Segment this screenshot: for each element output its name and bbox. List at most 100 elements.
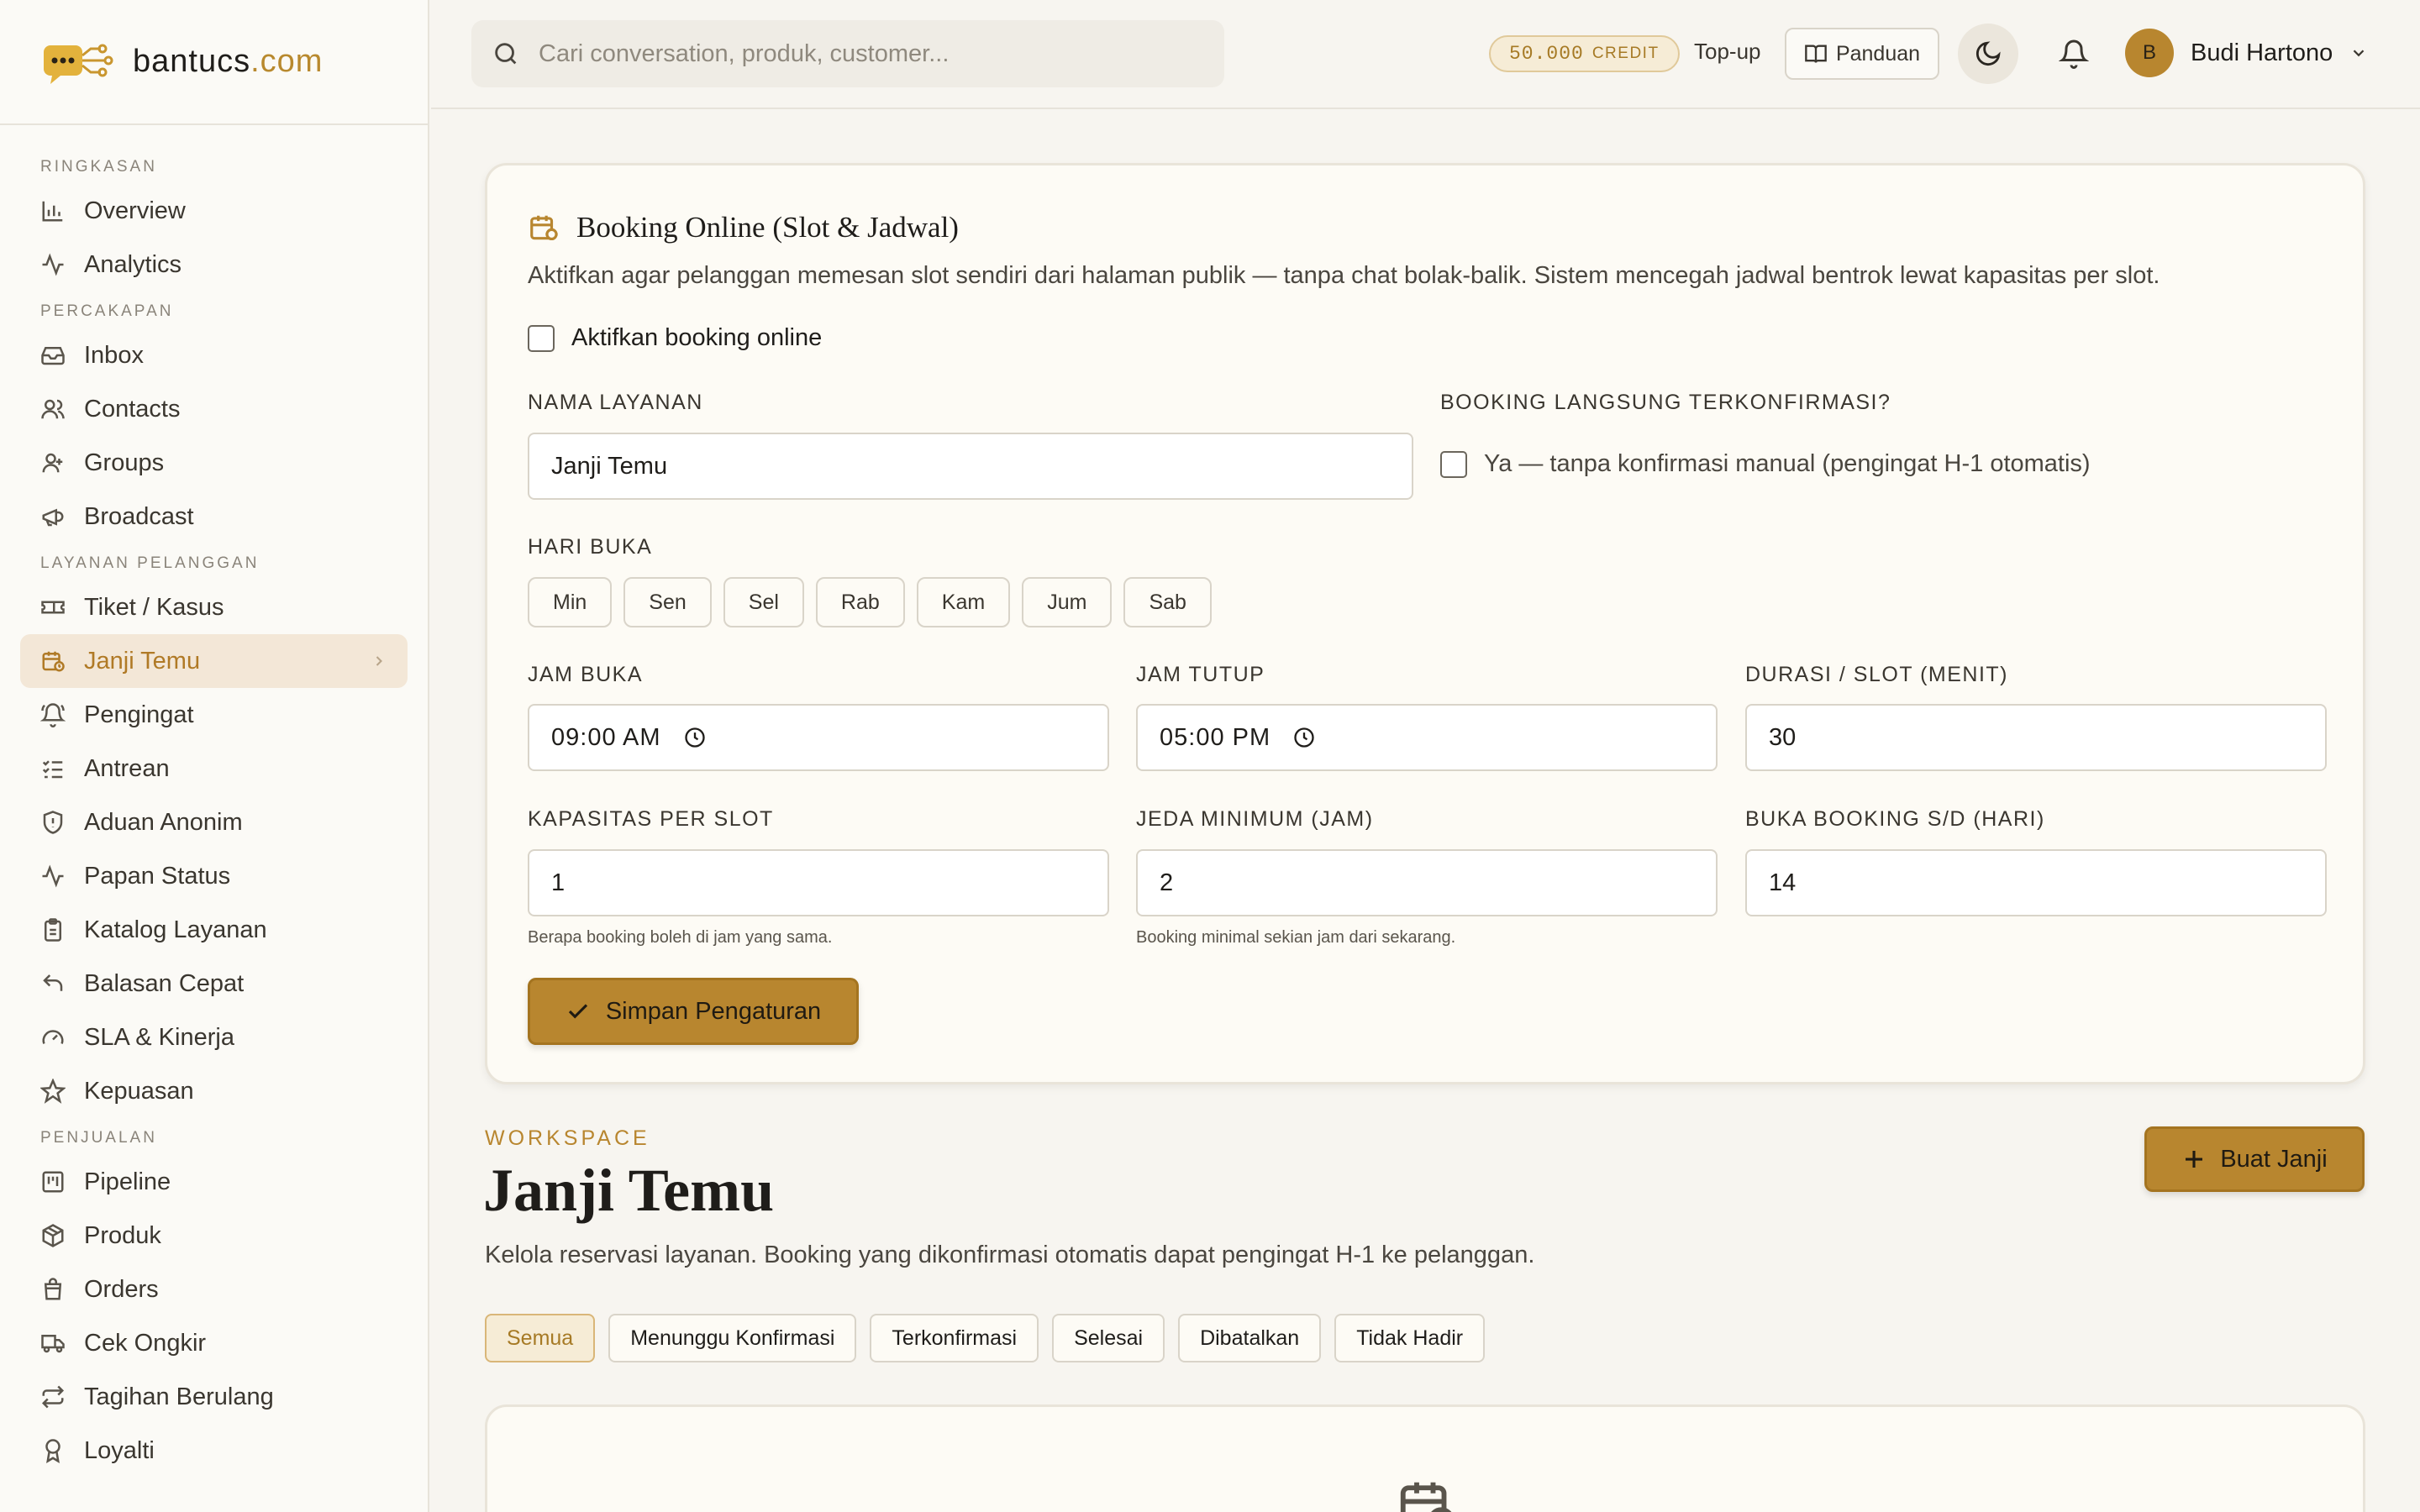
ticket-icon [41,601,65,614]
sidebar-item-label: Antrean [84,754,170,782]
close-time-field[interactable]: 05:00 PM [1136,704,1718,771]
open-until-value: 14 [1769,869,1797,896]
day-toggle-sab[interactable]: Sab [1123,577,1212,627]
day-toggle-kam[interactable]: Kam [916,577,1011,627]
tab-terkonfirmasi[interactable]: Terkonfirmasi [870,1314,1039,1362]
nav-group-label: PENJUALAN [40,1129,157,1147]
min-gap-field[interactable]: 2 [1136,849,1718,916]
sidebar-item-label: Pengingat [84,701,194,728]
sidebar-item-label: Loyalti [84,1436,155,1464]
auto-confirm-checkbox[interactable]: Ya — tanpa konfirmasi manual (pengingat … [1440,450,2091,478]
sidebar-item-contacts[interactable]: Contacts [0,382,428,436]
sidebar-item-label: Aduan Anonim [84,808,243,836]
book-open-icon [1805,45,1827,63]
open-until-field[interactable]: 14 [1745,849,2327,916]
sidebar-item-tagihan-berulang[interactable]: Tagihan Berulang [0,1370,428,1424]
list-checks-icon [42,760,63,779]
page-title: Janji Temu [483,1157,775,1224]
duration-field[interactable]: 30 [1745,704,2327,771]
open-time-field[interactable]: 09:00 AM [528,704,1109,771]
users-icon [41,399,65,419]
search-input[interactable] [539,39,1211,68]
bar-chart-icon [42,201,63,222]
check-icon [568,1004,587,1019]
day-toggle-sen[interactable]: Sen [623,577,712,627]
sidebar-item-label: Balasan Cepat [84,969,245,997]
sidebar-item-katalog-layanan[interactable]: Katalog Layanan [0,903,428,957]
gauge-icon [42,1030,64,1044]
clock-icon [684,727,705,748]
min-gap-label: JEDA MINIMUM (JAM) [1136,807,1374,831]
sidebar-item-janji-temu[interactable]: Janji Temu [20,634,408,688]
tab-selesai[interactable]: Selesai [1052,1314,1165,1362]
create-appointment-button[interactable]: Buat Janji [2144,1126,2365,1192]
bell-ring-icon [40,703,66,727]
day-toggle-rab[interactable]: Rab [815,577,905,627]
tab-tidak-hadir[interactable]: Tidak Hadir [1334,1314,1486,1362]
day-toggle-jum[interactable]: Jum [1022,577,1113,627]
open-days-label: HARI BUKA [528,535,653,559]
open-time-value: 09:00 AM [551,723,661,751]
capacity-field[interactable]: 1 [528,849,1109,916]
pulse-icon [42,864,64,888]
search-bar[interactable] [471,20,1224,87]
truck-icon [41,1335,65,1353]
day-toggle-min[interactable]: Min [528,577,613,627]
auto-confirm-label: BOOKING LANGSUNG TERKONFIRMASI? [1440,391,1891,414]
clipboard-icon [45,918,61,942]
brand-name: bantucs.com [133,44,324,79]
theme-toggle-button[interactable] [1958,24,2018,84]
activity-icon [42,253,64,276]
sidebar-item-tiket[interactable]: Tiket / Kasus [0,580,428,634]
sidebar-item-kepuasan[interactable]: Kepuasan [0,1064,428,1118]
sidebar-item-cek-ongkir[interactable]: Cek Ongkir [0,1316,428,1370]
notification-bell-icon[interactable] [2059,39,2089,69]
chevron-right-icon [376,656,382,666]
save-settings-label: Simpan Pengaturan [605,997,822,1025]
sidebar-item-sla-kinerja[interactable]: SLA & Kinerja [0,1011,428,1064]
sidebar-item-label: Produk [84,1221,161,1249]
checkbox[interactable] [1440,450,1467,478]
open-time-label: JAM BUKA [528,663,644,686]
tab-menunggu-konfirmasi[interactable]: Menunggu Konfirmasi [608,1314,857,1362]
sidebar-item-antrean[interactable]: Antrean [0,742,428,795]
save-settings-button[interactable]: Simpan Pengaturan [528,978,859,1045]
sidebar-item-label: Analytics [84,250,182,278]
sidebar-item-inbox[interactable]: Inbox [0,328,428,382]
tab-dibatalkan[interactable]: Dibatalkan [1178,1314,1322,1362]
appointments-list-card [485,1404,2365,1512]
sidebar-item-aduan-anonim[interactable]: Aduan Anonim [0,795,428,849]
enable-booking-label: Aktifkan booking online [571,324,823,351]
tab-semua[interactable]: Semua [485,1314,596,1362]
plus-icon [2186,1151,2203,1168]
credit-badge: 50.000 CREDIT [1489,35,1680,72]
group-icon [42,453,63,473]
sidebar-item-analytics[interactable]: Analytics [0,238,428,291]
sidebar-item-pipeline[interactable]: Pipeline [0,1155,428,1209]
sidebar-item-overview[interactable]: Overview [0,184,428,238]
sidebar-item-loyalti[interactable]: Loyalti [0,1424,428,1478]
sidebar-item-label: Overview [84,197,186,224]
sidebar-item-groups[interactable]: Groups [0,436,428,490]
nav-group-label: PERCAKAPAN [40,302,174,320]
service-name-field[interactable]: Janji Temu [528,433,1413,500]
user-menu[interactable]: B Budi Hartono [2125,29,2368,77]
sidebar-item-orders[interactable]: Orders [0,1263,428,1316]
sidebar-item-balasan-cepat[interactable]: Balasan Cepat [0,957,428,1011]
sidebar-item-label: Inbox [84,341,144,369]
guide-button[interactable]: Panduan [1785,28,1939,80]
min-gap-hint: Booking minimal sekian jam dari sekarang… [1136,928,1456,947]
checkbox[interactable] [528,324,555,352]
sidebar-item-pengingat[interactable]: Pengingat [0,688,428,742]
sidebar-item-produk[interactable]: Produk [0,1209,428,1263]
enable-booking-checkbox[interactable]: Aktifkan booking online [528,324,822,352]
day-toggle-sel[interactable]: Sel [723,577,804,627]
sidebar-item-broadcast[interactable]: Broadcast [0,490,428,543]
sidebar-item-papan-status[interactable]: Papan Status [0,849,428,903]
capacity-label: KAPASITAS PER SLOT [528,807,774,831]
nav-group-label: RINGKASAN [40,158,157,176]
sidebar-item-label: Contacts [84,395,181,423]
close-time-label: JAM TUTUP [1136,663,1265,686]
brand[interactable]: bantucs.com [0,0,428,125]
topup-link[interactable]: Top-up [1694,39,1761,65]
